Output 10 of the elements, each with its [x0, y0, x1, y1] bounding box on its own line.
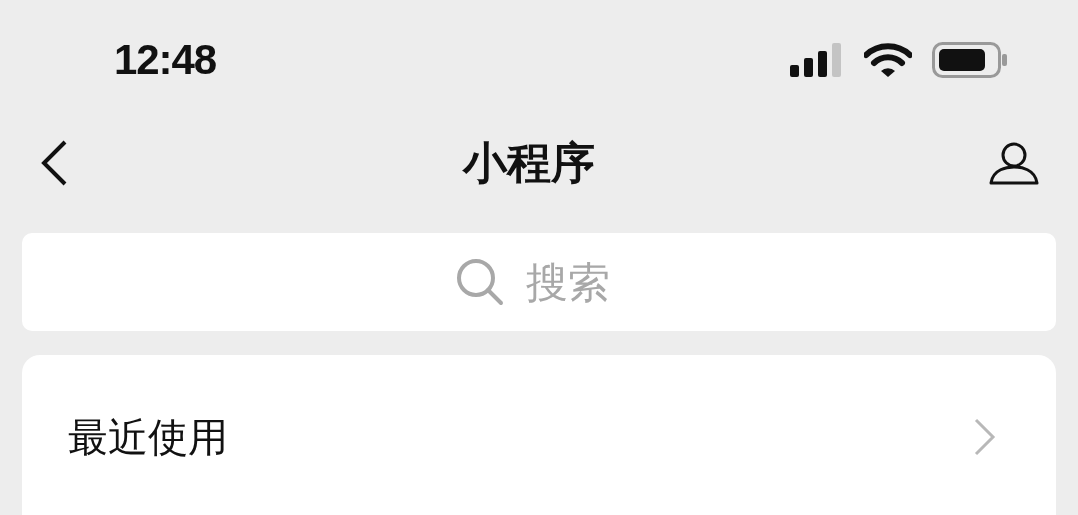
search-icon: [456, 258, 504, 306]
status-time: 12:48: [114, 35, 217, 86]
chevron-icon: [974, 418, 996, 456]
section-label: 最近使用: [68, 414, 228, 461]
wifi-icon: [864, 42, 912, 77]
battery-icon: [932, 41, 1008, 78]
recent-row[interactable]: 最近使用: [22, 407, 1056, 467]
search-field[interactable]: 搜索: [526, 250, 622, 314]
page-title: 小程序: [463, 137, 595, 190]
signal-icon: [790, 42, 844, 77]
